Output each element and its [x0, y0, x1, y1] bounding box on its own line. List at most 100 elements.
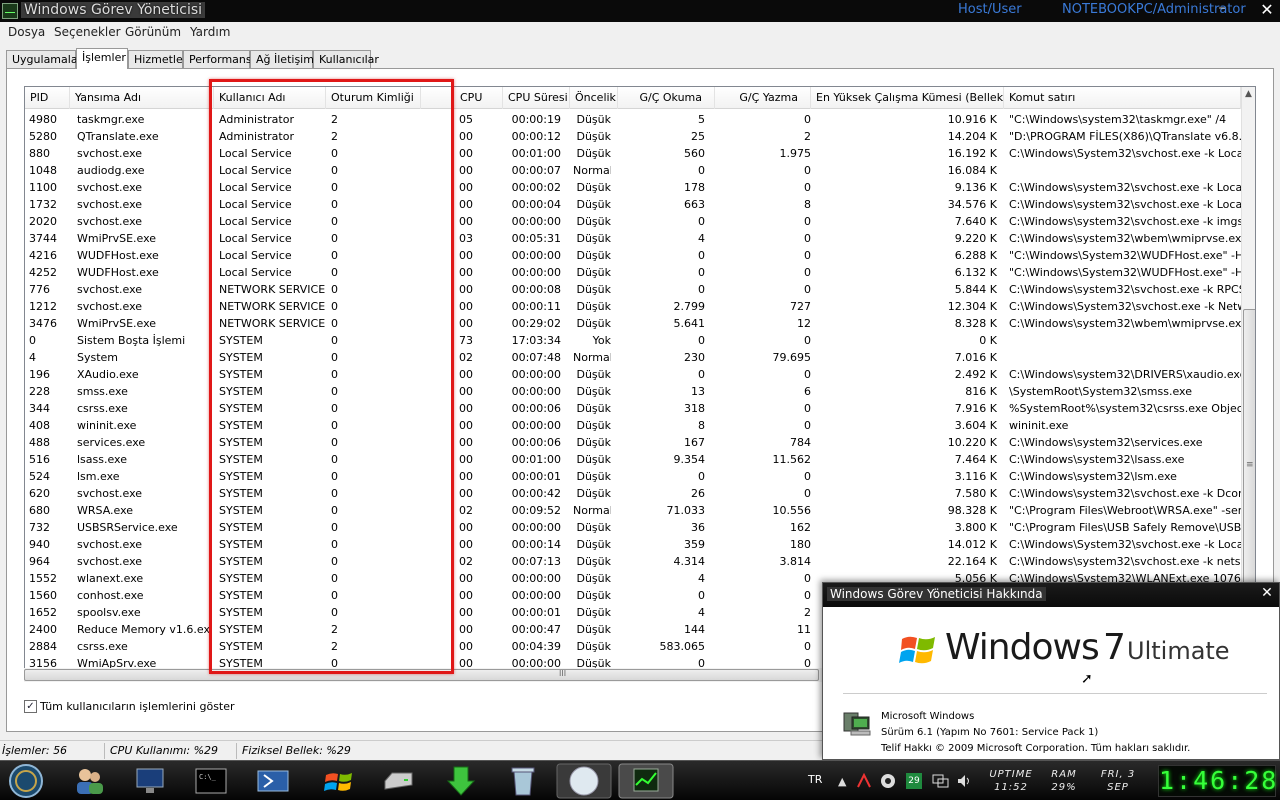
table-row[interactable]: 4 System SYSTEM 0 02 00:07:48 Normal 230 79.695 7… — [25, 349, 1241, 366]
table-row[interactable]: 3476 WmiPrvSE.exe NETWORK SERVICE 0 00 00:29:… — [25, 315, 1241, 332]
title-bar[interactable]: Windows Görev Yöneticisi Host/User NOTEB… — [0, 0, 1280, 22]
table-row[interactable]: 0 Sistem Boşta İşlemi SYSTEM 0 73 17:03:34 Yok… — [25, 332, 1241, 349]
table-row[interactable]: 344 csrss.exe SYSTEM 0 00 00:00:06 Düşük 318 0 7.… — [25, 400, 1241, 417]
powershell-icon[interactable] — [256, 765, 290, 797]
column-header-pid[interactable]: PID — [25, 87, 70, 109]
table-row[interactable]: 880 svchost.exe Local Service 0 00 00:01:00 Dü… — [25, 145, 1241, 162]
cell-cpu-time: 00:00:14 — [511, 538, 561, 551]
cell-pid: 344 — [29, 402, 50, 415]
tab-services[interactable]: Hizmetler — [128, 50, 187, 68]
cell-io-read: 167 — [684, 436, 705, 449]
command-prompt-icon[interactable]: C:\_ — [194, 765, 228, 797]
menu-view[interactable]: Görünüm — [125, 25, 181, 39]
flash-tray-icon[interactable] — [856, 773, 872, 789]
cell-io-write: 6 — [804, 385, 811, 398]
horizontal-scroll-thumb[interactable] — [24, 669, 819, 681]
tab-applications[interactable]: Uygulamalar — [6, 50, 82, 68]
table-row[interactable]: 732 USBSRService.exe SYSTEM 0 00 00:00:00 Düşü… — [25, 519, 1241, 536]
users-icon[interactable] — [72, 765, 106, 797]
menu-options[interactable]: Seçenekler — [54, 25, 121, 39]
monitor-icon[interactable] — [134, 765, 168, 797]
cell-io-read: 25 — [691, 130, 705, 143]
green-arrow-icon[interactable] — [444, 765, 478, 797]
column-header-user-name[interactable]: Kullanıcı Adı — [214, 87, 326, 109]
column-header-cpu-time[interactable]: CPU Süresi — [503, 87, 570, 109]
cell-user-name: SYSTEM — [219, 436, 263, 449]
cell-image-name: svchost.exe — [77, 487, 143, 500]
table-row[interactable]: 524 lsm.exe SYSTEM 0 00 00:00:01 Düşük 0 0 3.116 … — [25, 468, 1241, 485]
column-header-image-name[interactable]: Yansıma Adı — [70, 87, 214, 109]
taskbar-button-task-manager[interactable] — [618, 763, 674, 799]
scroll-up-icon[interactable]: ▲ — [1245, 89, 1252, 99]
table-row[interactable]: 940 svchost.exe SYSTEM 0 00 00:00:14 Düşük 359 1… — [25, 536, 1241, 553]
column-header-session-id[interactable]: Oturum Kimliği — [326, 87, 421, 109]
table-row[interactable]: 620 svchost.exe SYSTEM 0 00 00:00:42 Düşük 26 0 7… — [25, 485, 1241, 502]
table-row[interactable]: 1732 svchost.exe Local Service 0 00 00:00:04 D… — [25, 196, 1241, 213]
table-row[interactable]: 776 svchost.exe NETWORK SERVICE 0 00 00:00:08… — [25, 281, 1241, 298]
about-dialog[interactable]: Windows Görev Yöneticisi Hakkında ✕ Wind… — [822, 582, 1280, 760]
tab-processes[interactable]: İşlemler — [76, 48, 128, 69]
table-row[interactable]: 1212 svchost.exe NETWORK SERVICE 0 00 00:00:1… — [25, 298, 1241, 315]
table-row[interactable]: 2020 svchost.exe Local Service 0 00 00:00:00 D… — [25, 213, 1241, 230]
table-row[interactable]: 964 svchost.exe SYSTEM 0 02 00:07:13 Düşük 4.31… — [25, 553, 1241, 570]
cell-priority: Düşük — [576, 283, 611, 296]
start-orb-icon[interactable] — [6, 763, 46, 799]
table-row[interactable]: 516 lsass.exe SYSTEM 0 00 00:01:00 Düşük 9.354 1… — [25, 451, 1241, 468]
column-header-io-write[interactable]: G/Ç Yazma — [715, 87, 811, 109]
cell-io-write: 0 — [804, 470, 811, 483]
column-header-priority[interactable]: Öncelik — [570, 87, 618, 109]
table-row[interactable]: 1048 audiodg.exe Local Service 0 00 00:00:07 N… — [25, 162, 1241, 179]
badge-tray-icon[interactable]: 29 — [906, 773, 922, 789]
cell-io-write: 0 — [804, 164, 811, 177]
tab-networking[interactable]: Ağ İletişimi — [250, 50, 317, 68]
windows-explorer-icon[interactable] — [322, 765, 356, 797]
table-row[interactable]: 196 XAudio.exe SYSTEM 0 00 00:00:00 Düşük 0 0 2.4… — [25, 366, 1241, 383]
cell-pid: 4252 — [29, 266, 57, 279]
drive-icon[interactable] — [382, 765, 416, 797]
tab-performance[interactable]: Performans — [183, 50, 252, 68]
show-all-label[interactable]: Tüm kullanıcıların işlemlerini göster — [40, 700, 235, 713]
cell-io-read: 318 — [684, 402, 705, 415]
table-row[interactable]: 4252 WUDFHost.exe Local Service 0 00 00:00:00… — [25, 264, 1241, 281]
table-row[interactable]: 228 smss.exe SYSTEM 0 00 00:00:00 Düşük 13 6 816 … — [25, 383, 1241, 400]
table-row[interactable]: 5280 QTranslate.exe Administrator 2 00 00:00:… — [25, 128, 1241, 145]
show-all-checkbox[interactable]: ✓ — [24, 700, 37, 713]
about-close-button[interactable]: ✕ — [1257, 585, 1277, 603]
taskbar-button-sphere[interactable] — [556, 763, 612, 799]
about-copyright: Telif Hakkı © 2009 Microsoft Corporation… — [881, 743, 1191, 754]
cell-image-name: WRSA.exe — [77, 504, 134, 517]
table-row[interactable]: 4216 WUDFHost.exe Local Service 0 00 00:00:00… — [25, 247, 1241, 264]
column-header-io-read[interactable]: G/Ç Okuma — [618, 87, 715, 109]
network-tray-icon[interactable] — [932, 773, 950, 789]
minimize-button[interactable]: – — [1212, 0, 1232, 20]
recycle-bin-icon[interactable] — [506, 765, 540, 797]
cell-user-name: SYSTEM — [219, 487, 263, 500]
digital-clock[interactable]: 1:46:28 — [1158, 765, 1276, 797]
cell-image-name: spoolsv.exe — [77, 606, 141, 619]
table-row[interactable]: 680 WRSA.exe SYSTEM 0 02 00:09:52 Normal 71.033… — [25, 502, 1241, 519]
cell-user-name: Local Service — [219, 181, 292, 194]
tab-users[interactable]: Kullanıcılar — [313, 50, 379, 68]
cell-image-name: svchost.exe — [77, 181, 143, 194]
menu-help[interactable]: Yardım — [190, 25, 230, 39]
volume-tray-icon[interactable] — [956, 773, 972, 789]
media-tray-icon[interactable] — [880, 773, 896, 789]
column-header-command-line[interactable]: Komut satırı — [1004, 87, 1241, 109]
table-row[interactable]: 3744 WmiPrvSE.exe Local Service 0 03 00:05:31… — [25, 230, 1241, 247]
table-row[interactable]: 4980 taskmgr.exe Administrator 2 05 00:00:19 D… — [25, 111, 1241, 128]
column-header-cpu[interactable]: CPU — [455, 87, 503, 109]
close-button[interactable]: ✕ — [1256, 0, 1278, 20]
column-header-peak-working-set[interactable]: En Yüksek Çalışma Kümesi (Bellek) — [811, 87, 1004, 109]
table-row[interactable]: 1100 svchost.exe Local Service 0 00 00:00:02 D… — [25, 179, 1241, 196]
table-row[interactable]: 408 wininit.exe SYSTEM 0 00 00:00:00 Düşük 8 0 3.… — [25, 417, 1241, 434]
cell-io-write: 0 — [804, 113, 811, 126]
cell-priority: Düşük — [576, 589, 611, 602]
language-indicator[interactable]: TR — [808, 773, 822, 786]
cell-priority: Düşük — [576, 368, 611, 381]
about-title-bar[interactable]: Windows Görev Yöneticisi Hakkında ✕ — [823, 583, 1279, 607]
table-row[interactable]: 488 services.exe SYSTEM 0 00 00:00:06 Düşük 167… — [25, 434, 1241, 451]
show-hidden-icons[interactable]: ▲ — [838, 775, 846, 788]
menu-file[interactable]: Dosya — [8, 25, 45, 39]
cell-cpu: 00 — [459, 147, 473, 160]
horizontal-scrollbar[interactable] — [24, 668, 824, 682]
